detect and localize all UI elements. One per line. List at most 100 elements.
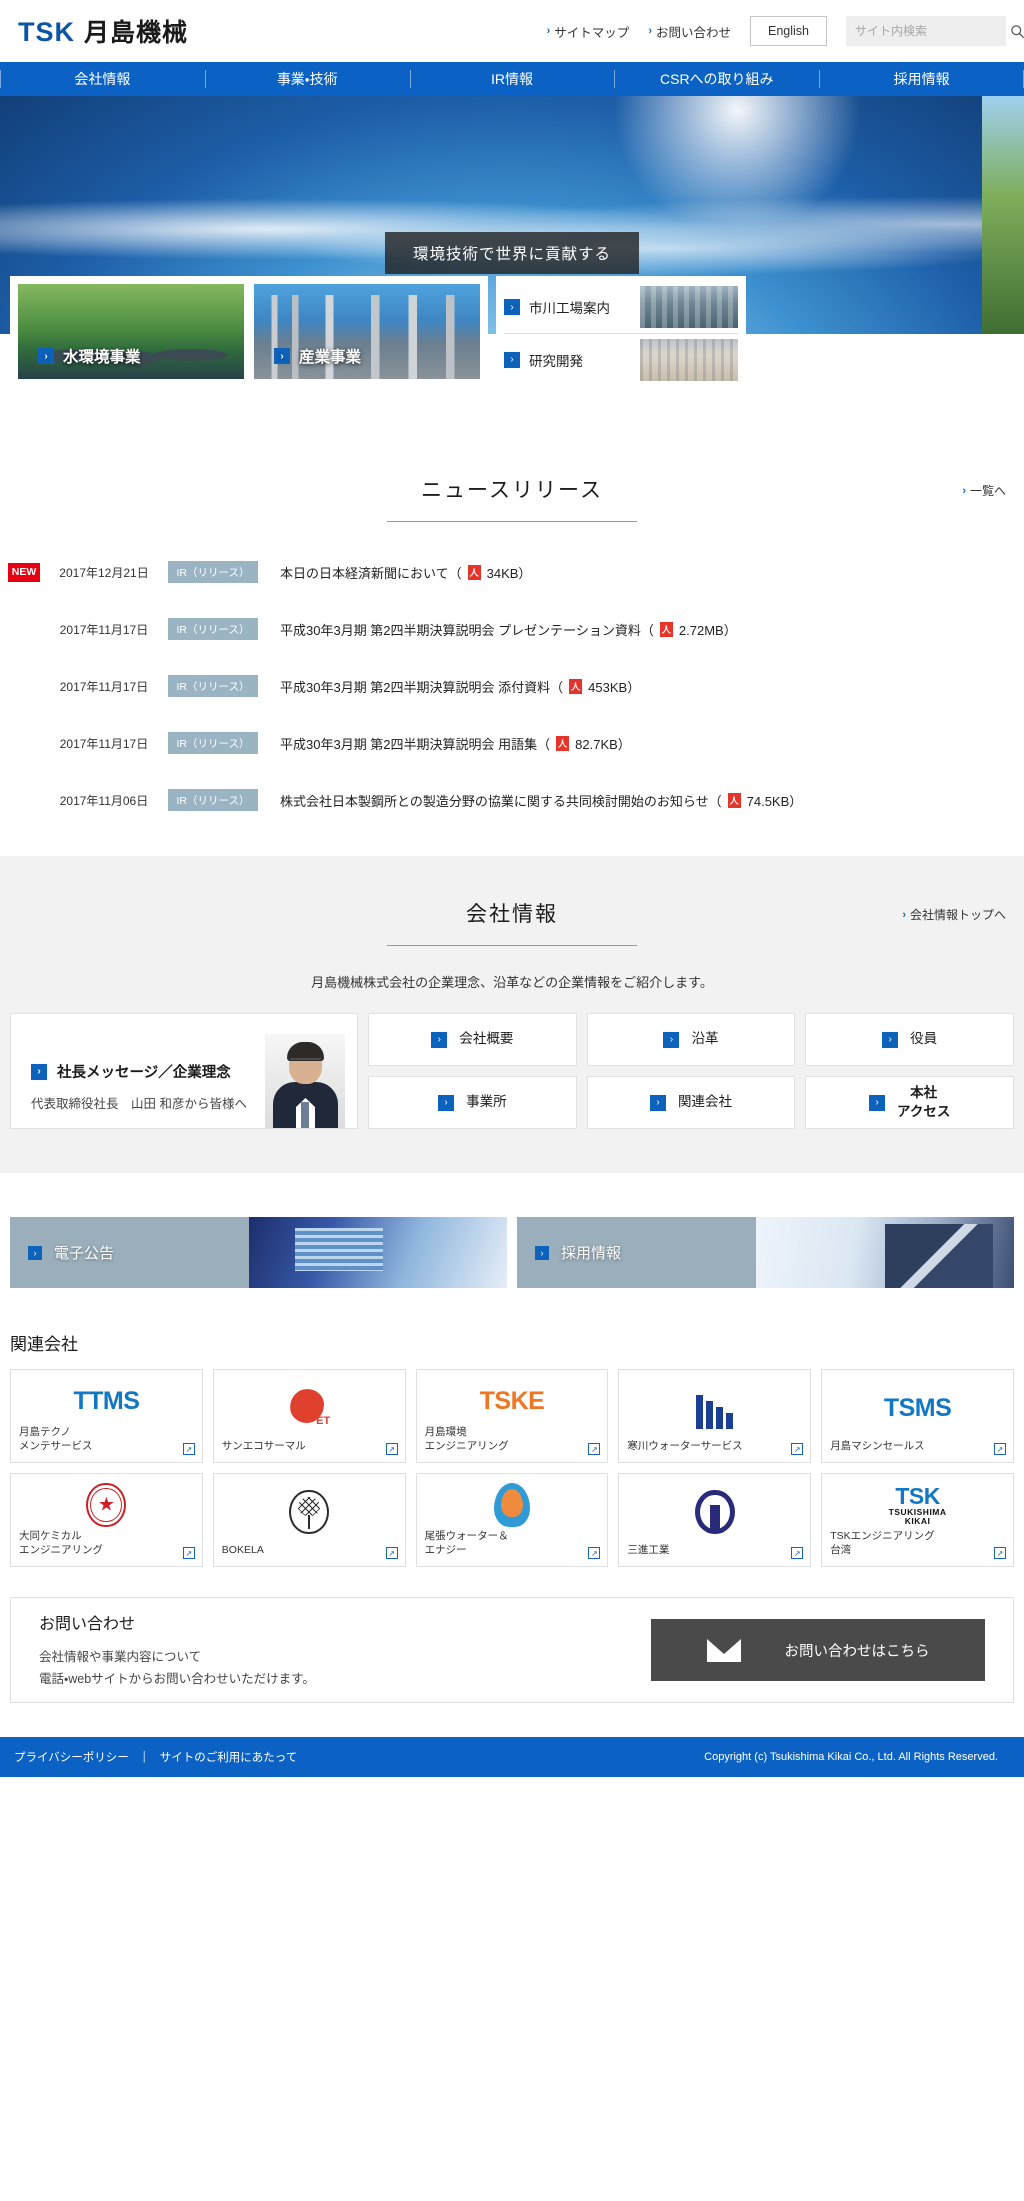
- pdf-icon: 人: [556, 735, 570, 751]
- chevron-right-icon: ›: [902, 908, 906, 921]
- nav-item-company[interactable]: 会社情報: [0, 62, 205, 96]
- affiliate-card-daido-chemical[interactable]: ★ 大同ケミカル エンジニアリング ↗: [10, 1473, 203, 1567]
- news-item-date: 2017年11月06日: [59, 793, 149, 808]
- tske-logo-text: TSKE: [479, 1386, 545, 1415]
- company-link-affiliates-label: 関連会社: [677, 1094, 732, 1110]
- footer-divider: |: [142, 1751, 146, 1763]
- hero-card-industry-business[interactable]: › 産業事業: [254, 284, 480, 379]
- affiliate-card-sanshin-kogyo[interactable]: 三進工業 ↗: [618, 1473, 812, 1567]
- computer-workstation-photo: [248, 1217, 507, 1288]
- arrow-right-icon: ›: [663, 1031, 680, 1048]
- news-item-filesize: 2.72MB）: [678, 622, 737, 638]
- affiliates-heading: 関連会社: [10, 1335, 78, 1354]
- company-link-overview[interactable]: › 会社概要: [368, 1013, 577, 1066]
- news-item[interactable]: 2017年11月06日 IR（リリース） 株式会社日本製鋼所との製造分野の協業に…: [0, 780, 1024, 820]
- company-link-overview-label: 会社概要: [459, 1031, 514, 1047]
- president-message-card[interactable]: › 社長メッセージ／企業理念 代表取締役社長 山田 和彦から皆様へ: [10, 1013, 358, 1129]
- company-link-headquarters-access[interactable]: › 本社 アクセス: [805, 1076, 1014, 1129]
- news-item[interactable]: 2017年11月17日 IR（リリース） 平成30年3月期 第2四半期決算説明会…: [0, 609, 1024, 649]
- contact-title: お問い合わせ: [39, 1616, 136, 1633]
- news-item-title: 株式会社日本製鋼所との製造分野の協業に関する共同検討開始のお知らせ（: [280, 793, 722, 809]
- header-link-sitemap-label: サイトマップ: [554, 25, 630, 40]
- news-item[interactable]: 2017年11月17日 IR（リリース） 平成30年3月期 第2四半期決算説明会…: [0, 666, 1024, 706]
- news-item-title-wrap[interactable]: 平成30年3月期 第2四半期決算説明会 プレゼンテーション資料（ 人 2.72M…: [280, 620, 737, 639]
- affiliate-card-tske[interactable]: TSKE 月島環境 エンジニアリング ↗: [415, 1369, 609, 1463]
- affiliate-name: 尾張ウォーター＆ エナジー: [424, 1530, 509, 1557]
- header-link-contact[interactable]: › お問い合わせ: [648, 22, 731, 41]
- news-item-title-wrap[interactable]: 株式会社日本製鋼所との製造分野の協業に関する共同検討開始のお知らせ（ 人 74.…: [280, 791, 802, 810]
- site-logo[interactable]: TSK 月島機械: [18, 13, 188, 49]
- hero-sublink-rnd[interactable]: › 研究開発: [504, 333, 738, 385]
- company-link-history[interactable]: › 沿革: [586, 1013, 796, 1066]
- company-info-section: 会社情報 › 会社情報トップへ 月島機械株式会社の企業理念、沿革などの企業情報を…: [0, 856, 1024, 1173]
- banner-recruit-label: 採用情報: [561, 1245, 622, 1262]
- company-header: 会社情報 › 会社情報トップへ: [0, 896, 1024, 946]
- news-item-category-tag: IR（リリース）: [168, 675, 258, 697]
- daido-chemical-logo: ★: [11, 1474, 202, 1530]
- news-item-title-wrap[interactable]: 平成30年3月期 第2四半期決算説明会 用語集（ 人 82.7KB）: [280, 734, 631, 753]
- affiliate-name: 三進工業: [627, 1544, 670, 1557]
- businessperson-photo: [755, 1217, 1014, 1288]
- news-item-category-tag: IR（リリース）: [168, 561, 258, 583]
- news-view-all-label: 一覧へ: [969, 484, 1006, 498]
- logo-japanese-text: 月島機械: [84, 19, 189, 47]
- ichikawa-factory-thumbnail: [640, 286, 738, 328]
- nav-item-ir[interactable]: IR情報: [409, 62, 615, 96]
- company-link-executives[interactable]: › 役員: [805, 1013, 1014, 1066]
- hero-sublink-rnd-label: 研究開発: [529, 353, 583, 369]
- nav-item-csr[interactable]: CSRへの取り組み: [614, 62, 819, 96]
- banner-recruit[interactable]: › 採用情報: [517, 1217, 1014, 1288]
- affiliate-card-samukawa-water-service[interactable]: 寒川ウォーターサービス ↗: [618, 1369, 812, 1463]
- affiliate-card-tsk-engineering-taiwan[interactable]: TSK TSUKISHIMA KIKAI TSKエンジニアリング 台湾 ↗: [821, 1473, 1014, 1567]
- company-link-grid: › 会社概要 › 沿革 › 役員 › 事業所 › 関連会社 › 本社 アクセス: [368, 1013, 1014, 1129]
- search-icon[interactable]: [1010, 24, 1024, 39]
- pdf-icon: 人: [659, 621, 673, 637]
- footer-link-privacy-policy[interactable]: プライバシーポリシー: [14, 1749, 129, 1765]
- affiliate-card-san-eco-thermal[interactable]: ET サンエコサーマル ↗: [212, 1369, 406, 1463]
- samukawa-logo: [619, 1370, 810, 1440]
- company-link-offices[interactable]: › 事業所: [368, 1076, 577, 1129]
- company-top-link-label: 会社情報トップへ: [909, 908, 1006, 922]
- company-link-affiliates[interactable]: › 関連会社: [586, 1076, 796, 1129]
- news-item-filesize: 82.7KB）: [575, 736, 631, 752]
- news-item-title-wrap[interactable]: 本日の日本経済新聞において（ 人 34KB）: [280, 563, 531, 582]
- hero-card-water-business[interactable]: › 水環境事業: [18, 284, 244, 379]
- site-search[interactable]: [846, 16, 1024, 46]
- search-input[interactable]: [855, 24, 1010, 38]
- nav-item-recruit[interactable]: 採用情報: [819, 62, 1024, 96]
- english-language-button[interactable]: English: [750, 16, 827, 46]
- external-link-icon: ↗: [182, 1547, 195, 1559]
- affiliated-companies-section: 関連会社 TTMS 月島テクノ メンテサービス ↗ ET サンエコサーマル ↗ …: [0, 1318, 1024, 1567]
- company-top-link[interactable]: › 会社情報トップへ: [902, 906, 1006, 923]
- nav-item-business[interactable]: 事業・技術: [204, 62, 410, 96]
- contact-text-area: お問い合わせ 会社情報や事業内容について 電話・webサイトからお問い合わせいた…: [39, 1610, 611, 1690]
- external-link-icon: ↗: [791, 1547, 804, 1559]
- affiliate-card-owari-water-energy[interactable]: 尾張ウォーター＆ エナジー ↗: [415, 1473, 609, 1567]
- affiliate-card-ttms[interactable]: TTMS 月島テクノ メンテサービス ↗: [10, 1369, 203, 1463]
- external-link-icon: ↗: [385, 1547, 398, 1559]
- footer-link-terms-of-use[interactable]: サイトのご利用にあたって: [160, 1749, 297, 1765]
- news-item[interactable]: NEW 2017年12月21日 IR（リリース） 本日の日本経済新聞において（ …: [0, 552, 1024, 592]
- affiliate-card-tsms[interactable]: TSMS 月島マシンセールス ↗: [821, 1369, 1014, 1463]
- hero-sublink-rnd-label-wrap: › 研究開発: [504, 350, 640, 370]
- news-item-title-wrap[interactable]: 平成30年3月期 第2四半期決算説明会 添付資料（ 人 453KB）: [280, 677, 640, 696]
- affiliate-card-bokela[interactable]: BOKELA ↗: [212, 1473, 406, 1567]
- news-item[interactable]: 2017年11月17日 IR（リリース） 平成30年3月期 第2四半期決算説明会…: [0, 723, 1024, 763]
- contact-button[interactable]: お問い合わせはこちら: [651, 1619, 985, 1681]
- president-card-title: 社長メッセージ／企業理念: [57, 1065, 231, 1081]
- new-badge: NEW: [8, 562, 40, 582]
- hero-sublink-ichikawa-label: 市川工場案内: [529, 301, 610, 316]
- external-link-icon: ↗: [182, 1443, 195, 1455]
- external-link-icon: ↗: [791, 1443, 804, 1455]
- banner-electronic-notice[interactable]: › 電子公告: [10, 1217, 507, 1288]
- chevron-right-icon: ›: [962, 484, 966, 497]
- header-utility-area: › サイトマップ › お問い合わせ English: [547, 16, 1024, 46]
- company-link-offices-label: 事業所: [466, 1094, 507, 1110]
- arrow-right-icon: ›: [504, 299, 520, 315]
- news-item-title: 平成30年3月期 第2四半期決算説明会 添付資料（: [280, 679, 564, 695]
- hero-card-industry-label-wrap: › 産業事業: [274, 345, 361, 367]
- news-view-all-link[interactable]: › 一覧へ: [962, 482, 1006, 499]
- header-link-sitemap[interactable]: › サイトマップ: [547, 22, 630, 41]
- logo-tsk-text: TSK: [18, 17, 75, 47]
- hero-sublink-ichikawa-factory[interactable]: › 市川工場案内: [504, 281, 738, 333]
